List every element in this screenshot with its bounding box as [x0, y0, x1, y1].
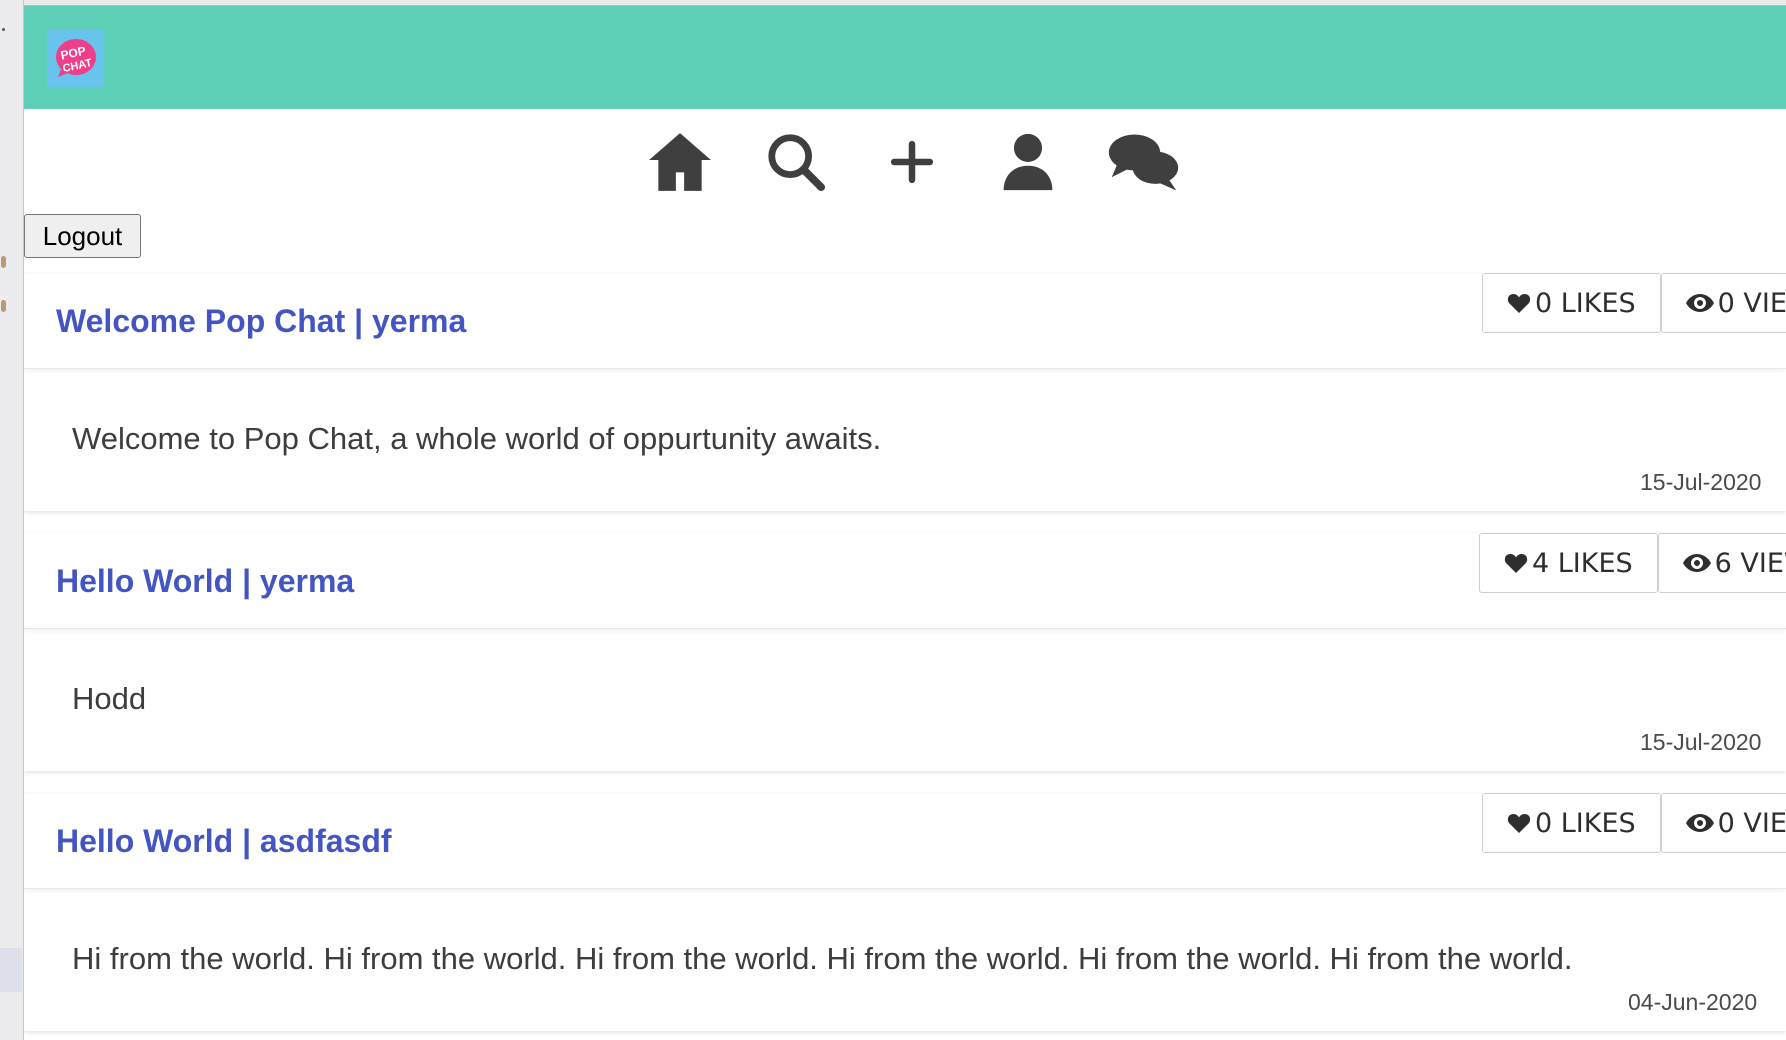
- likes-count: 4 LIKES: [1532, 547, 1633, 579]
- top-header-bar: POP CHAT: [24, 5, 1786, 109]
- heart-icon: [1507, 814, 1531, 833]
- post-card: Hello World | asdfasdf 0 LIKES 0 VIEWS H…: [24, 793, 1786, 1031]
- post-stats: 0 LIKES 0 VIEWS: [1482, 793, 1786, 853]
- app-page: POP CHAT Logout Welcome Pop Chat | yerma…: [24, 5, 1786, 1040]
- nav-home[interactable]: [642, 124, 718, 200]
- window-edge-dot: [1, 300, 6, 312]
- post-title-link[interactable]: Welcome Pop Chat | yerma: [56, 303, 466, 340]
- post-card: Welcome Pop Chat | yerma 0 LIKES 0 VIEWS…: [24, 273, 1786, 511]
- likes-button[interactable]: 0 LIKES: [1482, 273, 1661, 333]
- post-content: Welcome to Pop Chat, a whole world of op…: [72, 421, 882, 456]
- post-header: Hello World | yerma 4 LIKES 6 VIEWS: [24, 533, 1786, 629]
- post-content: Hodd: [72, 681, 147, 716]
- views-count: 0 VIEWS: [1717, 287, 1786, 319]
- nav-add-post[interactable]: [874, 124, 950, 200]
- views-button[interactable]: 0 VIEWS: [1660, 273, 1786, 333]
- eye-icon: [1685, 294, 1714, 312]
- likes-count: 0 LIKES: [1535, 287, 1636, 319]
- views-button[interactable]: 6 VIEWS: [1657, 533, 1786, 593]
- left-window-strip: [0, 0, 24, 1040]
- post-title-link[interactable]: Hello World | asdfasdf: [56, 823, 392, 860]
- search-icon: [768, 134, 826, 192]
- pop-chat-logo-icon: POP CHAT: [55, 38, 96, 77]
- nav-chat[interactable]: [1106, 124, 1182, 200]
- eye-icon: [1682, 554, 1711, 572]
- post-date: 15-Jul-2020: [1640, 469, 1762, 495]
- post-card: Hello World | yerma 4 LIKES 6 VIEWS Hodd…: [24, 533, 1786, 771]
- window-edge-pane: [0, 948, 22, 992]
- heart-icon: [1507, 294, 1531, 313]
- views-count: 6 VIEWS: [1714, 547, 1786, 579]
- pop-chat-logo[interactable]: POP CHAT: [47, 30, 104, 87]
- comments-icon: [1108, 134, 1179, 191]
- post-date: 15-Jul-2020: [1640, 729, 1762, 755]
- likes-button[interactable]: 4 LIKES: [1479, 533, 1658, 593]
- nav-search[interactable]: [758, 124, 834, 200]
- main-nav: [24, 109, 1786, 215]
- home-icon: [649, 133, 711, 191]
- post-stats: 4 LIKES 6 VIEWS: [1479, 533, 1786, 593]
- post-feed: Welcome Pop Chat | yerma 0 LIKES 0 VIEWS…: [24, 273, 1786, 1040]
- likes-button[interactable]: 0 LIKES: [1482, 793, 1661, 853]
- plus-icon: [890, 140, 934, 184]
- post-title-link[interactable]: Hello World | yerma: [56, 563, 354, 600]
- post-body: Welcome to Pop Chat, a whole world of op…: [24, 369, 1786, 511]
- post-date: 04-Jun-2020: [1628, 989, 1758, 1015]
- post-stats: 0 LIKES 0 VIEWS: [1482, 273, 1786, 333]
- likes-count: 0 LIKES: [1535, 807, 1636, 839]
- post-header: Welcome Pop Chat | yerma 0 LIKES 0 VIEWS: [24, 273, 1786, 369]
- views-count: 0 VIEWS: [1717, 807, 1786, 839]
- user-icon: [1003, 133, 1053, 191]
- post-body: Hi from the world. Hi from the world. Hi…: [24, 889, 1786, 1031]
- eye-icon: [1685, 814, 1714, 832]
- post-body: Hodd 15-Jul-2020: [24, 629, 1786, 771]
- post-header: Hello World | asdfasdf 0 LIKES 0 VIEWS: [24, 793, 1786, 889]
- window-edge-dot: [1, 256, 6, 268]
- logout-button[interactable]: Logout: [24, 214, 141, 258]
- nav-profile[interactable]: [990, 124, 1066, 200]
- views-button[interactable]: 0 VIEWS: [1660, 793, 1786, 853]
- heart-icon: [1504, 554, 1528, 573]
- window-edge-mark: [2, 28, 5, 31]
- post-content: Hi from the world. Hi from the world. Hi…: [72, 941, 1573, 976]
